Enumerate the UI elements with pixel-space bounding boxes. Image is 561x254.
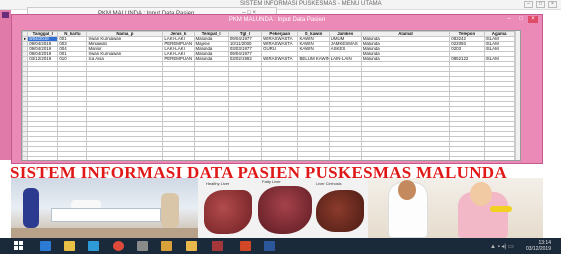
- main-menu-minimize-button[interactable]: –: [524, 1, 533, 8]
- table-cell-empty[interactable]: [162, 156, 195, 160]
- stethoscope: [490, 206, 512, 212]
- chrome-icon[interactable]: [113, 241, 124, 251]
- powerpoint-icon[interactable]: [240, 241, 251, 251]
- minimize-button[interactable]: –: [504, 16, 514, 23]
- hospital-ward-photo: [11, 178, 201, 238]
- store-icon[interactable]: [88, 241, 99, 251]
- table-row-empty[interactable]: [22, 156, 520, 160]
- table-cell[interactable]: PEREMPUAN: [162, 56, 195, 62]
- main-menu-maximize-button[interactable]: □: [536, 1, 545, 8]
- access-icon[interactable]: [212, 241, 223, 251]
- start-icon[interactable]: [14, 241, 24, 251]
- table-cell-empty[interactable]: [27, 156, 59, 160]
- folder-icon[interactable]: [186, 241, 197, 251]
- file-explorer-icon[interactable]: [64, 241, 75, 251]
- main-menu-close-button[interactable]: ×: [548, 1, 557, 8]
- table-cell[interactable]: WIRASWASTA: [261, 36, 299, 42]
- table-cell-empty[interactable]: [261, 156, 299, 160]
- doctor-head: [398, 180, 416, 200]
- table-cell-empty[interactable]: [86, 156, 164, 160]
- nurse-figure: [23, 188, 39, 228]
- table-cell-empty[interactable]: [297, 156, 330, 160]
- table-cell-empty[interactable]: [227, 156, 263, 160]
- table-cell[interactable]: WIRASWASTA: [261, 56, 299, 62]
- grid-vertical-scrollbar[interactable]: [515, 31, 520, 160]
- settings-icon[interactable]: [137, 241, 148, 251]
- input-data-pasien-window: PKM MALUNDA : Input Data Pasien – □ × Ta…: [11, 14, 543, 164]
- app-window-icon: [2, 12, 9, 18]
- table-cell[interactable]: JAMKESMAS: [328, 41, 362, 47]
- liver-label-1: Healthy Liver: [206, 181, 230, 186]
- word-icon[interactable]: [264, 241, 275, 251]
- liver-label-3: Liver Cirrhosis: [316, 181, 342, 186]
- table-cell-empty[interactable]: [483, 156, 515, 160]
- clock[interactable]: 13:14 03/12/2019: [526, 240, 551, 252]
- visitor-figure: [161, 193, 179, 228]
- paint-icon[interactable]: [161, 241, 172, 251]
- table-cell-empty[interactable]: [449, 156, 485, 160]
- table-cell-empty[interactable]: [328, 156, 362, 160]
- clock-date: 03/12/2019: [525, 246, 551, 252]
- child-head: [470, 182, 492, 206]
- close-button[interactable]: ×: [528, 16, 538, 23]
- healthy-liver-illustration: [204, 190, 252, 234]
- table-cell-empty[interactable]: [193, 156, 229, 160]
- cirrhosis-liver-illustration: [316, 190, 364, 232]
- table-cell-empty[interactable]: [360, 156, 451, 160]
- windows-taskbar: ▲ ▪ ◂) ▭ 13:14 03/12/2019: [0, 238, 561, 254]
- maximize-button[interactable]: □: [516, 16, 526, 23]
- patient-table: Tanggal_I N_kartu Nama_p Jenis_k Tempat_l Tgl…: [22, 31, 520, 160]
- ward-floor: [11, 228, 201, 238]
- table-cell[interactable]: PEREMPUAN: [162, 41, 195, 47]
- system-tray-icons[interactable]: ▲ ▪ ◂) ▭: [490, 243, 514, 250]
- window-title: PKM MALUNDA : Input Data Pasien: [228, 17, 326, 23]
- table-cell[interactable]: BELUM KAWIN: [297, 56, 330, 62]
- liver-label-2: Fatty Liver: [262, 179, 281, 184]
- patient-data-grid[interactable]: Tanggal_I N_kartu Nama_p Jenis_k Tempat_l Tgl…: [21, 30, 521, 161]
- left-pink-strip: [0, 10, 11, 160]
- window-titlebar[interactable]: PKM MALUNDA : Input Data Pasien – □ ×: [12, 15, 542, 25]
- liver-comparison-image: Healthy Liver Fatty Liver Liver Cirrhosi…: [198, 178, 368, 238]
- fatty-liver-illustration: [258, 186, 312, 234]
- edge-icon[interactable]: [40, 241, 51, 251]
- table-cell[interactable]: WIRASWASTA: [261, 41, 299, 47]
- doctor-child-photo: [368, 178, 543, 238]
- hospital-bed: [51, 208, 161, 222]
- table-cell-empty[interactable]: [57, 156, 88, 160]
